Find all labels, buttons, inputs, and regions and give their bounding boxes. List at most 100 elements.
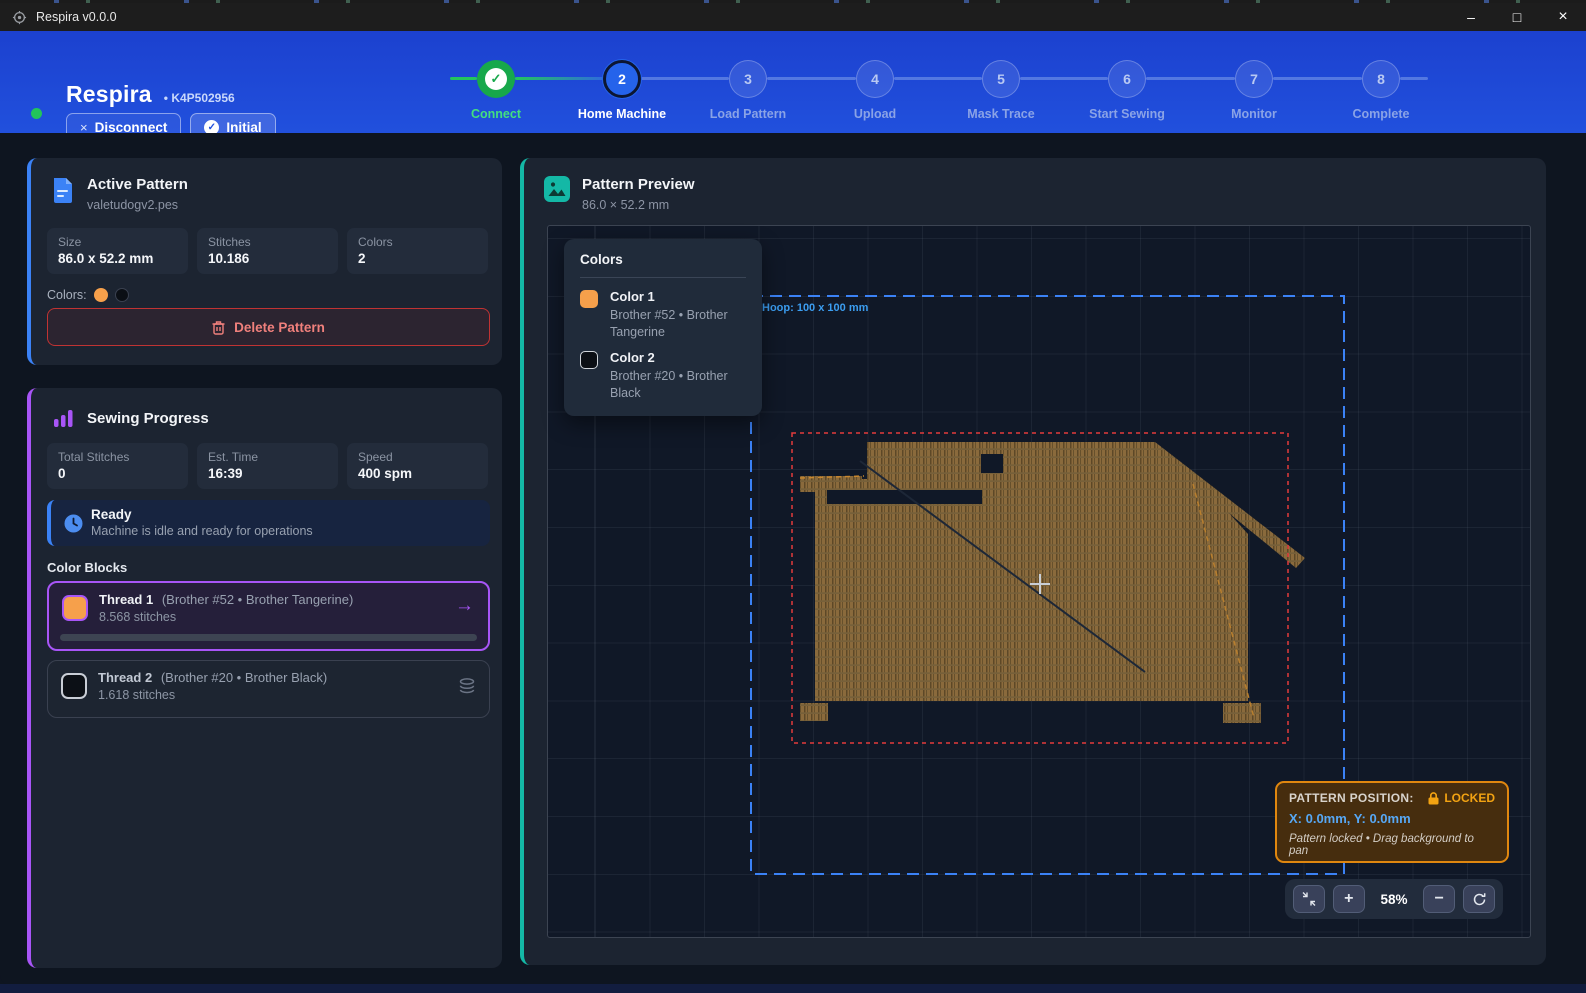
step-connector [641, 77, 729, 80]
trash-icon [212, 320, 225, 335]
thread-detail: (Brother #20 • Brother Black) [161, 670, 327, 685]
card-title: Sewing Progress [87, 410, 209, 427]
step-connector [1400, 77, 1428, 80]
delete-pattern-button[interactable]: Delete Pattern [47, 308, 490, 346]
close-button[interactable]: × [1540, 3, 1586, 31]
step-label: Home Machine [557, 107, 687, 121]
step-label: Complete [1316, 107, 1446, 121]
stat-label: Est. Time [208, 450, 327, 464]
legend-color-desc: Brother #20 • Brother Black [610, 368, 746, 402]
thread-2-swatch [61, 673, 87, 699]
sewing-progress-card: Sewing Progress Total Stitches 0 Est. Ti… [27, 388, 502, 968]
thread-stitch-count: 8.568 stitches [99, 610, 176, 624]
step-connector [450, 77, 477, 80]
app-icon [12, 10, 27, 25]
stat-label: Stitches [208, 235, 327, 249]
step-connector [1020, 77, 1108, 80]
embroidery-stitches [800, 442, 1305, 723]
step-label: Mask Trace [936, 107, 1066, 121]
color-1-swatch [580, 290, 598, 308]
stat-value: 10.186 [208, 251, 327, 266]
zoom-level: 58% [1373, 892, 1415, 907]
window-title: Respira v0.0.0 [36, 10, 117, 24]
zoom-out-button[interactable]: − [1423, 885, 1455, 913]
stat-value: 0 [58, 466, 177, 481]
header: Respira • K4P502956 × Disconnect ✓ Initi… [0, 31, 1586, 133]
legend-item: Color 2 Brother #20 • Brother Black [580, 350, 746, 402]
stat-stitches: Stitches 10.186 [197, 228, 338, 274]
stat-speed: Speed 400 spm [347, 443, 488, 489]
position-label: PATTERN POSITION: [1289, 791, 1414, 805]
thread-2-row[interactable]: Thread 2 (Brother #20 • Brother Black) 1… [47, 660, 490, 718]
card-title: Pattern Preview [582, 176, 695, 193]
legend-color-desc: Brother #52 • Brother Tangerine [610, 307, 746, 341]
step-1-connect[interactable]: ✓ [477, 60, 515, 98]
color-swatch-orange [94, 288, 108, 302]
pan-hint: Pattern locked • Drag background to pan [1289, 833, 1495, 857]
thread-stitch-count: 1.618 stitches [98, 688, 175, 702]
hoop-size-label: Hoop: 100 x 100 mm [762, 302, 868, 314]
stat-value: 86.0 x 52.2 mm [58, 251, 177, 266]
step-connector [767, 77, 856, 80]
pattern-filename: valetudogv2.pes [87, 198, 188, 212]
stat-est-time: Est. Time 16:39 [197, 443, 338, 489]
step-connector [894, 77, 982, 80]
step-8-complete[interactable]: 8 [1362, 60, 1400, 98]
layers-stack-icon [458, 677, 476, 695]
stat-value: 16:39 [208, 466, 327, 481]
fit-to-screen-button[interactable] [1293, 885, 1325, 913]
thread-1-row[interactable]: Thread 1 (Brother #52 • Brother Tangerin… [47, 581, 490, 651]
zoom-in-button[interactable]: + [1333, 885, 1365, 913]
app-window: Respira v0.0.0 – □ × Respira • K4P502956… [0, 0, 1586, 993]
preview-canvas[interactable]: Hoop: 100 x 100 mm Colors Color 1 Brothe… [547, 225, 1531, 938]
divider [580, 277, 746, 278]
step-4-upload[interactable]: 4 [856, 60, 894, 98]
stat-label: Colors [358, 235, 477, 249]
refresh-icon [1472, 892, 1487, 907]
minimize-button[interactable]: – [1448, 3, 1494, 31]
colors-label: Colors: [47, 288, 87, 302]
thread-detail: (Brother #52 • Brother Tangerine) [162, 592, 353, 607]
color-swatch-black [115, 288, 129, 302]
pattern-coordinates: X: 0.0mm, Y: 0.0mm [1289, 811, 1495, 826]
clock-icon [64, 514, 83, 533]
step-connector [515, 77, 603, 80]
thread-name: Thread 1 [99, 592, 153, 607]
lock-icon [1428, 792, 1439, 805]
legend-color-name: Color 2 [610, 350, 746, 365]
pattern-dimensions: 86.0 × 52.2 mm [582, 198, 695, 212]
step-7-monitor[interactable]: 7 [1235, 60, 1273, 98]
active-pattern-card: Active Pattern valetudogv2.pes Size 86.0… [27, 158, 502, 365]
step-2-home-machine[interactable]: 2 [603, 60, 641, 98]
stat-label: Speed [358, 450, 477, 464]
step-connector [1273, 77, 1362, 80]
stat-label: Total Stitches [58, 450, 177, 464]
image-icon [544, 176, 570, 202]
zoom-toolbar: + 58% − [1285, 879, 1503, 919]
pattern-preview-card: Pattern Preview 86.0 × 52.2 mm [520, 158, 1546, 965]
check-icon: ✓ [485, 68, 507, 90]
step-6-start-sewing[interactable]: 6 [1108, 60, 1146, 98]
stat-value: 2 [358, 251, 477, 266]
step-label: Connect [431, 107, 561, 121]
window-bottom-accent [0, 984, 1586, 993]
file-icon [51, 176, 75, 204]
machine-status-banner: Ready Machine is idle and ready for oper… [47, 500, 490, 546]
stat-value: 400 spm [358, 466, 477, 481]
step-3-load-pattern[interactable]: 3 [729, 60, 767, 98]
thread-1-swatch [62, 595, 88, 621]
step-label: Start Sewing [1062, 107, 1192, 121]
legend-title: Colors [580, 252, 746, 267]
step-label: Monitor [1189, 107, 1319, 121]
thread-1-progress-bar [60, 634, 477, 641]
locked-badge: LOCKED [1444, 791, 1495, 805]
thread-name: Thread 2 [98, 670, 152, 685]
maximize-button[interactable]: □ [1494, 3, 1540, 31]
stat-size: Size 86.0 x 52.2 mm [47, 228, 188, 274]
reset-view-button[interactable] [1463, 885, 1495, 913]
legend-item: Color 1 Brother #52 • Brother Tangerine [580, 289, 746, 341]
step-label: Load Pattern [683, 107, 813, 121]
step-5-mask-trace[interactable]: 5 [982, 60, 1020, 98]
stat-colors: Colors 2 [347, 228, 488, 274]
pattern-position-overlay: PATTERN POSITION: LOCKED X: 0.0mm, Y: 0.… [1275, 781, 1509, 863]
